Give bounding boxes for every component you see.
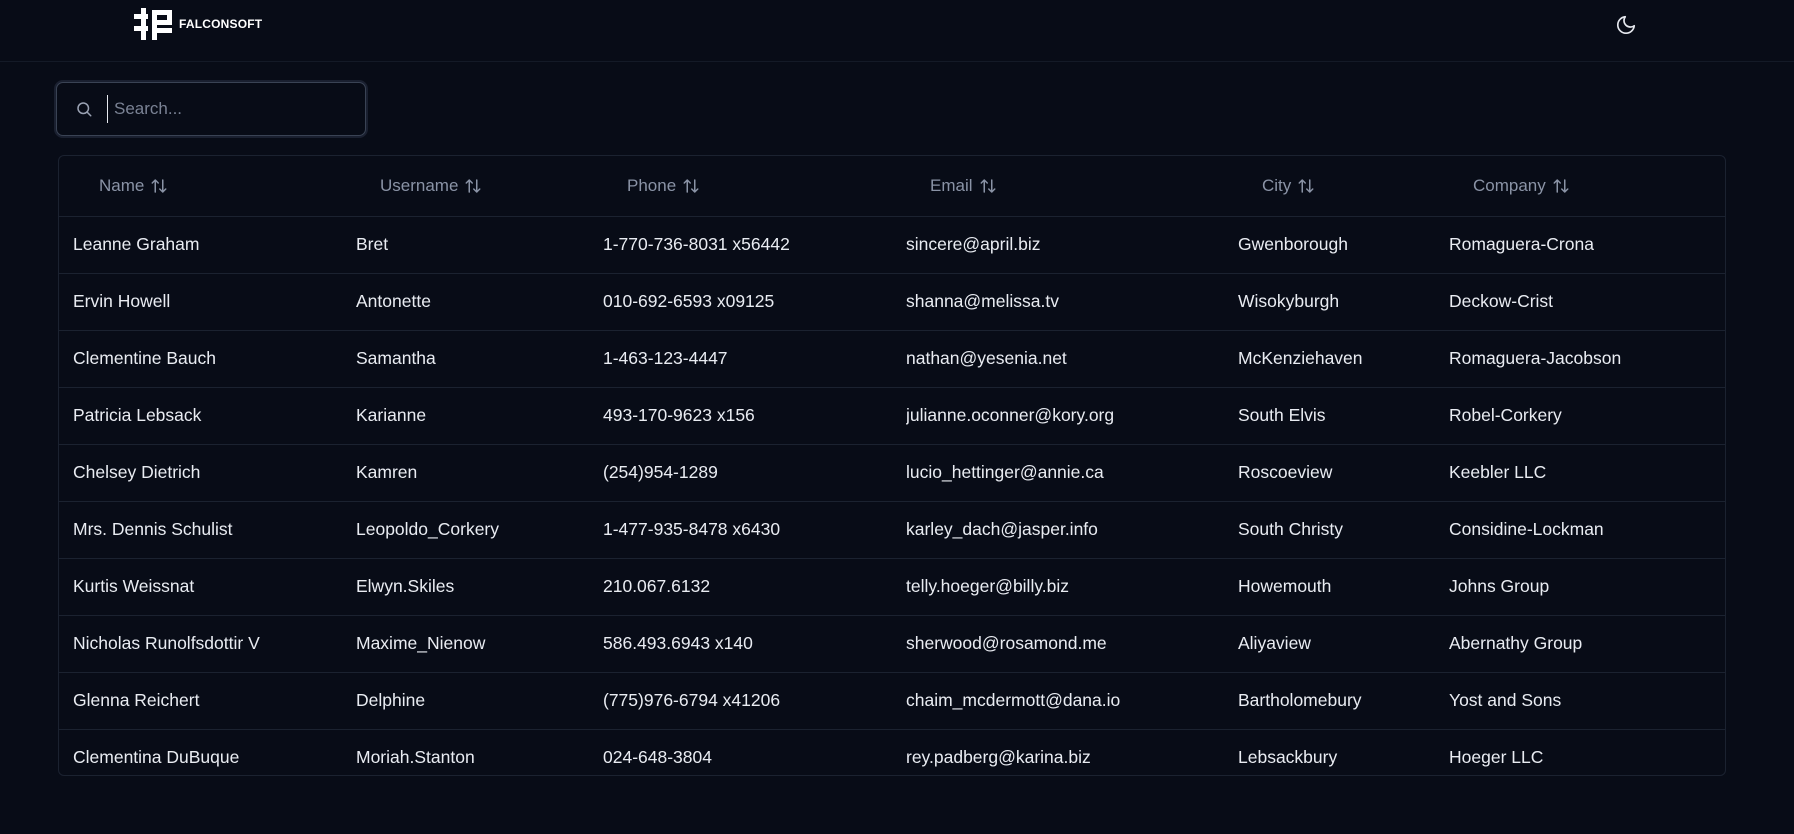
column-header-label: City: [1262, 175, 1292, 195]
cell-phone: (775)976-6794 x41206: [603, 672, 906, 730]
search-box: [56, 82, 366, 136]
table-header-row: Name Username Phone Email City Company: [59, 156, 1725, 217]
column-header-name[interactable]: Name: [59, 156, 356, 217]
column-header-username[interactable]: Username: [356, 156, 603, 217]
column-header-label: Name: [99, 175, 145, 195]
top-navbar: FALCONSOFT: [0, 0, 1794, 62]
cell-name: Nicholas Runolfsdottir V: [59, 615, 356, 673]
cell-city: McKenziehaven: [1238, 330, 1449, 388]
column-header-label: Company: [1473, 175, 1546, 195]
cell-company: Johns Group: [1449, 558, 1725, 616]
cell-city: South Elvis: [1238, 387, 1449, 445]
sort-icon: [683, 179, 699, 193]
cell-city: Howemouth: [1238, 558, 1449, 616]
cell-username: Moriah.Stanton: [356, 747, 475, 767]
cell-company: Deckow-Crist: [1449, 273, 1725, 331]
cell-city: Wisokyburgh: [1238, 273, 1449, 331]
cell-username: Leopoldo_Corkery: [356, 501, 603, 559]
cell-phone: 024-648-3804: [603, 747, 712, 767]
cell-phone: 210.067.6132: [603, 558, 906, 616]
cell-city: Aliyaview: [1238, 615, 1449, 673]
table-row[interactable]: Leanne Graham Bret 1-770-736-8031 x56442…: [59, 216, 1725, 274]
table-row[interactable]: Clementine Bauch Samantha 1-463-123-4447…: [59, 330, 1725, 388]
cell-name: Chelsey Dietrich: [59, 444, 356, 502]
table-row[interactable]: Mrs. Dennis Schulist Leopoldo_Corkery 1-…: [59, 501, 1725, 559]
cell-username: Elwyn.Skiles: [356, 558, 603, 616]
column-header-label: Username: [380, 175, 459, 195]
logo-text: FALCONSOFT: [179, 17, 263, 31]
cell-name: Mrs. Dennis Schulist: [59, 501, 356, 559]
cell-company: Robel-Corkery: [1449, 387, 1725, 445]
cell-name: Kurtis Weissnat: [59, 558, 356, 616]
column-header-phone[interactable]: Phone: [603, 156, 906, 217]
table-row[interactable]: Glenna Reichert Delphine (775)976-6794 x…: [59, 672, 1725, 730]
table-row[interactable]: Clementina DuBuque Moriah.Stanton 024-64…: [59, 729, 1725, 775]
cell-city: Gwenborough: [1238, 216, 1449, 274]
sort-icon: [980, 179, 996, 193]
falconsoft-logo[interactable]: FALCONSOFT: [132, 6, 262, 42]
cell-city: Roscoeview: [1238, 444, 1449, 502]
cell-phone: 586.493.6943 x140: [603, 615, 906, 673]
cell-email: sherwood@rosamond.me: [906, 615, 1238, 673]
cell-username: Delphine: [356, 672, 603, 730]
cell-phone: 010-692-6593 x09125: [603, 273, 906, 331]
cell-city: Lebsackbury: [1238, 747, 1338, 767]
cell-company: Yost and Sons: [1449, 672, 1725, 730]
search-input[interactable]: [107, 95, 347, 123]
cell-username: Kamren: [356, 444, 603, 502]
cell-username: Samantha: [356, 330, 603, 388]
cell-company: Considine-Lockman: [1449, 501, 1725, 559]
cell-email: julianne.oconner@kory.org: [906, 387, 1238, 445]
table-row[interactable]: Ervin Howell Antonette 010-692-6593 x091…: [59, 273, 1725, 331]
cell-name: Clementine Bauch: [59, 330, 356, 388]
cell-email: chaim_mcdermott@dana.io: [906, 672, 1238, 730]
cell-username: Antonette: [356, 273, 603, 331]
cell-company: Abernathy Group: [1449, 615, 1725, 673]
cell-city: South Christy: [1238, 501, 1449, 559]
table-row[interactable]: Kurtis Weissnat Elwyn.Skiles 210.067.613…: [59, 558, 1725, 616]
cell-phone: 1-770-736-8031 x56442: [603, 216, 906, 274]
search-icon: [77, 102, 92, 117]
cell-phone: 493-170-9623 x156: [603, 387, 906, 445]
cell-name: Clementina DuBuque: [73, 747, 240, 767]
cell-email: karley_dach@jasper.info: [906, 501, 1238, 559]
table-row[interactable]: Nicholas Runolfsdottir V Maxime_Nienow 5…: [59, 615, 1725, 673]
cell-name: Leanne Graham: [59, 216, 356, 274]
cell-name: Patricia Lebsack: [59, 387, 356, 445]
cell-phone: (254)954-1289: [603, 444, 906, 502]
cell-phone: 1-477-935-8478 x6430: [603, 501, 906, 559]
cell-email: shanna@melissa.tv: [906, 273, 1238, 331]
theme-toggle-button[interactable]: [1612, 11, 1640, 39]
cell-username: Maxime_Nienow: [356, 615, 603, 673]
cell-phone: 1-463-123-4447: [603, 330, 906, 388]
cell-email: rey.padberg@karina.biz: [906, 747, 1091, 767]
cell-email: nathan@yesenia.net: [906, 330, 1238, 388]
cell-company: Keebler LLC: [1449, 444, 1725, 502]
cell-username: Karianne: [356, 387, 603, 445]
moon-icon: [1616, 15, 1636, 35]
sort-icon: [1298, 179, 1314, 193]
sort-icon: [151, 179, 167, 193]
cell-name: Ervin Howell: [59, 273, 356, 331]
column-header-company[interactable]: Company: [1449, 156, 1725, 217]
sort-icon: [1553, 179, 1569, 193]
table-row[interactable]: Patricia Lebsack Karianne 493-170-9623 x…: [59, 387, 1725, 445]
table-row[interactable]: Chelsey Dietrich Kamren (254)954-1289 lu…: [59, 444, 1725, 502]
logo-mark-icon: [132, 6, 176, 42]
column-header-label: Email: [930, 175, 973, 195]
column-header-email[interactable]: Email: [906, 156, 1238, 217]
cell-email: telly.hoeger@billy.biz: [906, 558, 1238, 616]
cell-email: sincere@april.biz: [906, 216, 1238, 274]
cell-company: Romaguera-Crona: [1449, 216, 1725, 274]
cell-city: Bartholomebury: [1238, 672, 1449, 730]
users-table: Name Username Phone Email City Company L…: [58, 155, 1726, 776]
sort-icon: [465, 179, 481, 193]
cell-company: Hoeger LLC: [1449, 747, 1544, 767]
cell-email: lucio_hettinger@annie.ca: [906, 444, 1238, 502]
cell-name: Glenna Reichert: [59, 672, 356, 730]
column-header-city[interactable]: City: [1238, 156, 1449, 217]
cell-company: Romaguera-Jacobson: [1449, 330, 1725, 388]
cell-username: Bret: [356, 216, 603, 274]
column-header-label: Phone: [627, 175, 677, 195]
